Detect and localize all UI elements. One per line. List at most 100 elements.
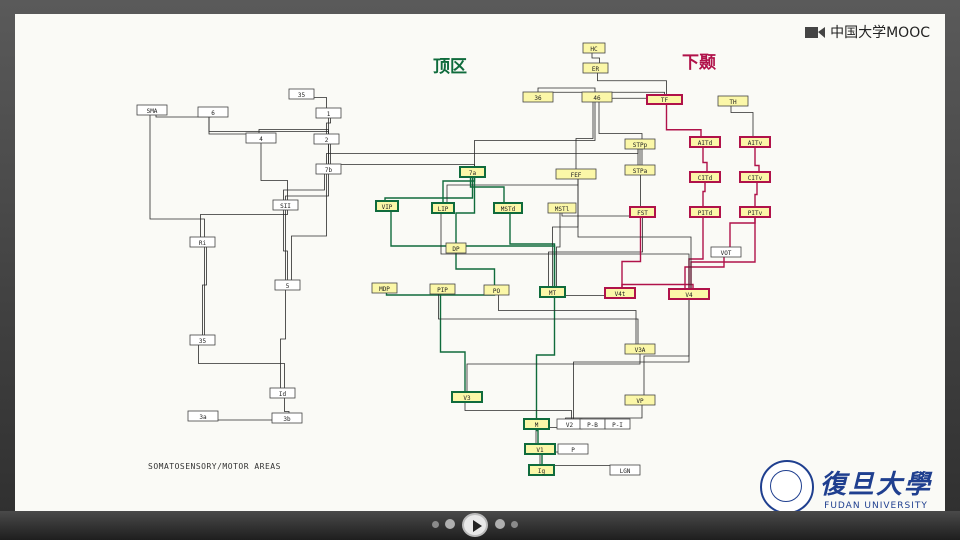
area-label: 7b (325, 167, 333, 174)
area-label: CITd (698, 175, 713, 182)
area-label: V4t (615, 291, 626, 298)
area-s35: 35 (288, 88, 315, 100)
connection-line (665, 99, 702, 142)
area-er: ER (582, 62, 609, 74)
rewind-icon[interactable] (445, 519, 455, 529)
connection-line (474, 97, 596, 172)
area-citv: CITv (739, 171, 771, 183)
area-label: ER (592, 66, 600, 73)
area-lgn: LGN (609, 464, 641, 476)
area-tf: TF (646, 94, 683, 105)
next-dot-icon[interactable] (511, 521, 518, 528)
area-label: V2 (566, 422, 574, 429)
area-label: 5 (286, 283, 290, 290)
connection-line (326, 144, 639, 169)
area-label: PITv (748, 210, 763, 217)
area-label: P-B (587, 422, 598, 429)
connection-line (200, 205, 288, 242)
area-pip: PIP (429, 283, 456, 295)
area-dp: DP (445, 242, 467, 254)
area-label: 35 (298, 92, 306, 99)
connection-line (556, 208, 561, 292)
connection-line (439, 289, 466, 397)
area-label: Ig (538, 468, 546, 475)
area-label: SII (280, 203, 291, 210)
area-boxes: HCER36 46 TF THSTPpSTPaFEF7aVIP LIP MSTd MSTlF… (136, 42, 771, 476)
connection-line (509, 208, 556, 292)
area-s36: 36 (522, 91, 554, 103)
area-fst: FST (629, 206, 656, 218)
area-s46: 46 (581, 91, 613, 103)
connection-line (440, 208, 690, 294)
area-label: 35 (199, 338, 207, 345)
area-s35b: 35 (189, 334, 216, 346)
area-citd: CITd (689, 171, 721, 183)
area-mdp: MDP (371, 282, 398, 294)
connection-line (466, 349, 641, 397)
connection-line (324, 164, 475, 172)
area-label: 3b (283, 416, 291, 423)
somatosensory-caption: SOMATOSENSORY/MOTOR AREAS (148, 462, 281, 471)
area-v1: V1 (524, 443, 556, 455)
area-v4: V4 (668, 288, 710, 300)
area-aitv: AITv (739, 136, 771, 148)
area-label: P-I (612, 422, 623, 429)
area-label: LGN (620, 468, 631, 475)
area-lip: LIP (431, 202, 455, 214)
area-label: TH (729, 99, 737, 106)
area-label: 2 (325, 137, 329, 144)
connection-line (598, 97, 643, 170)
area-label: 46 (593, 95, 601, 102)
area-po: PO (483, 284, 510, 296)
area-label: FST (637, 210, 648, 217)
fudan-seal-icon (760, 460, 814, 514)
area-label: FEF (571, 172, 582, 179)
connectivity-diagram: HCER36 46 TF THSTPpSTPaFEF7aVIP LIP MSTd MSTlF… (136, 42, 771, 476)
area-v2: V2 (556, 418, 583, 430)
area-p-b: P-B (579, 418, 606, 430)
area-label: 4 (259, 136, 263, 143)
area-label: CITv (748, 175, 763, 182)
play-button[interactable] (462, 513, 488, 537)
prev-dot-icon[interactable] (432, 521, 439, 528)
connection-line (149, 110, 205, 340)
area-sma: SMA (136, 104, 168, 116)
area-ri: Ri (189, 236, 216, 248)
connection-line (730, 101, 754, 142)
area-label: MDP (379, 286, 390, 293)
area-v4t: V4t (604, 287, 636, 299)
area-label: 6 (211, 110, 215, 117)
area-label: Ri (199, 240, 207, 247)
area-p: P (557, 443, 589, 455)
area-label: VP (636, 398, 644, 405)
connection-line (455, 172, 476, 248)
area-stpp: STPp (624, 138, 656, 150)
connection-line (575, 97, 594, 174)
forward-icon[interactable] (495, 519, 505, 529)
fudan-name-cn: 復旦大學 (820, 469, 933, 500)
area-m: M (523, 418, 550, 430)
area-label: HC (590, 46, 598, 53)
connection-line (577, 174, 692, 294)
area-label: AITv (748, 140, 763, 147)
connection-line (390, 206, 556, 292)
area-label: SMA (147, 108, 158, 115)
area-label: 36 (534, 95, 542, 102)
area-vot: VOT (710, 246, 742, 258)
wires (149, 48, 760, 470)
area-label: DP (452, 246, 460, 253)
area-s7b: 7b (315, 163, 342, 175)
area-s6: 6 (197, 106, 229, 118)
area-label: VOT (721, 250, 732, 257)
area-mstd: MSTd (493, 202, 523, 214)
area-mt: MT (539, 286, 566, 298)
area-s2: 2 (313, 133, 340, 145)
area-s7a: 7a (459, 166, 486, 178)
connection-line (548, 212, 643, 292)
connection-line (621, 212, 642, 293)
area-label: 1 (327, 111, 331, 118)
area-th: TH (717, 95, 749, 107)
connection-line (291, 169, 327, 285)
connection-line (535, 292, 556, 424)
area-aitd: AITd (689, 136, 721, 148)
